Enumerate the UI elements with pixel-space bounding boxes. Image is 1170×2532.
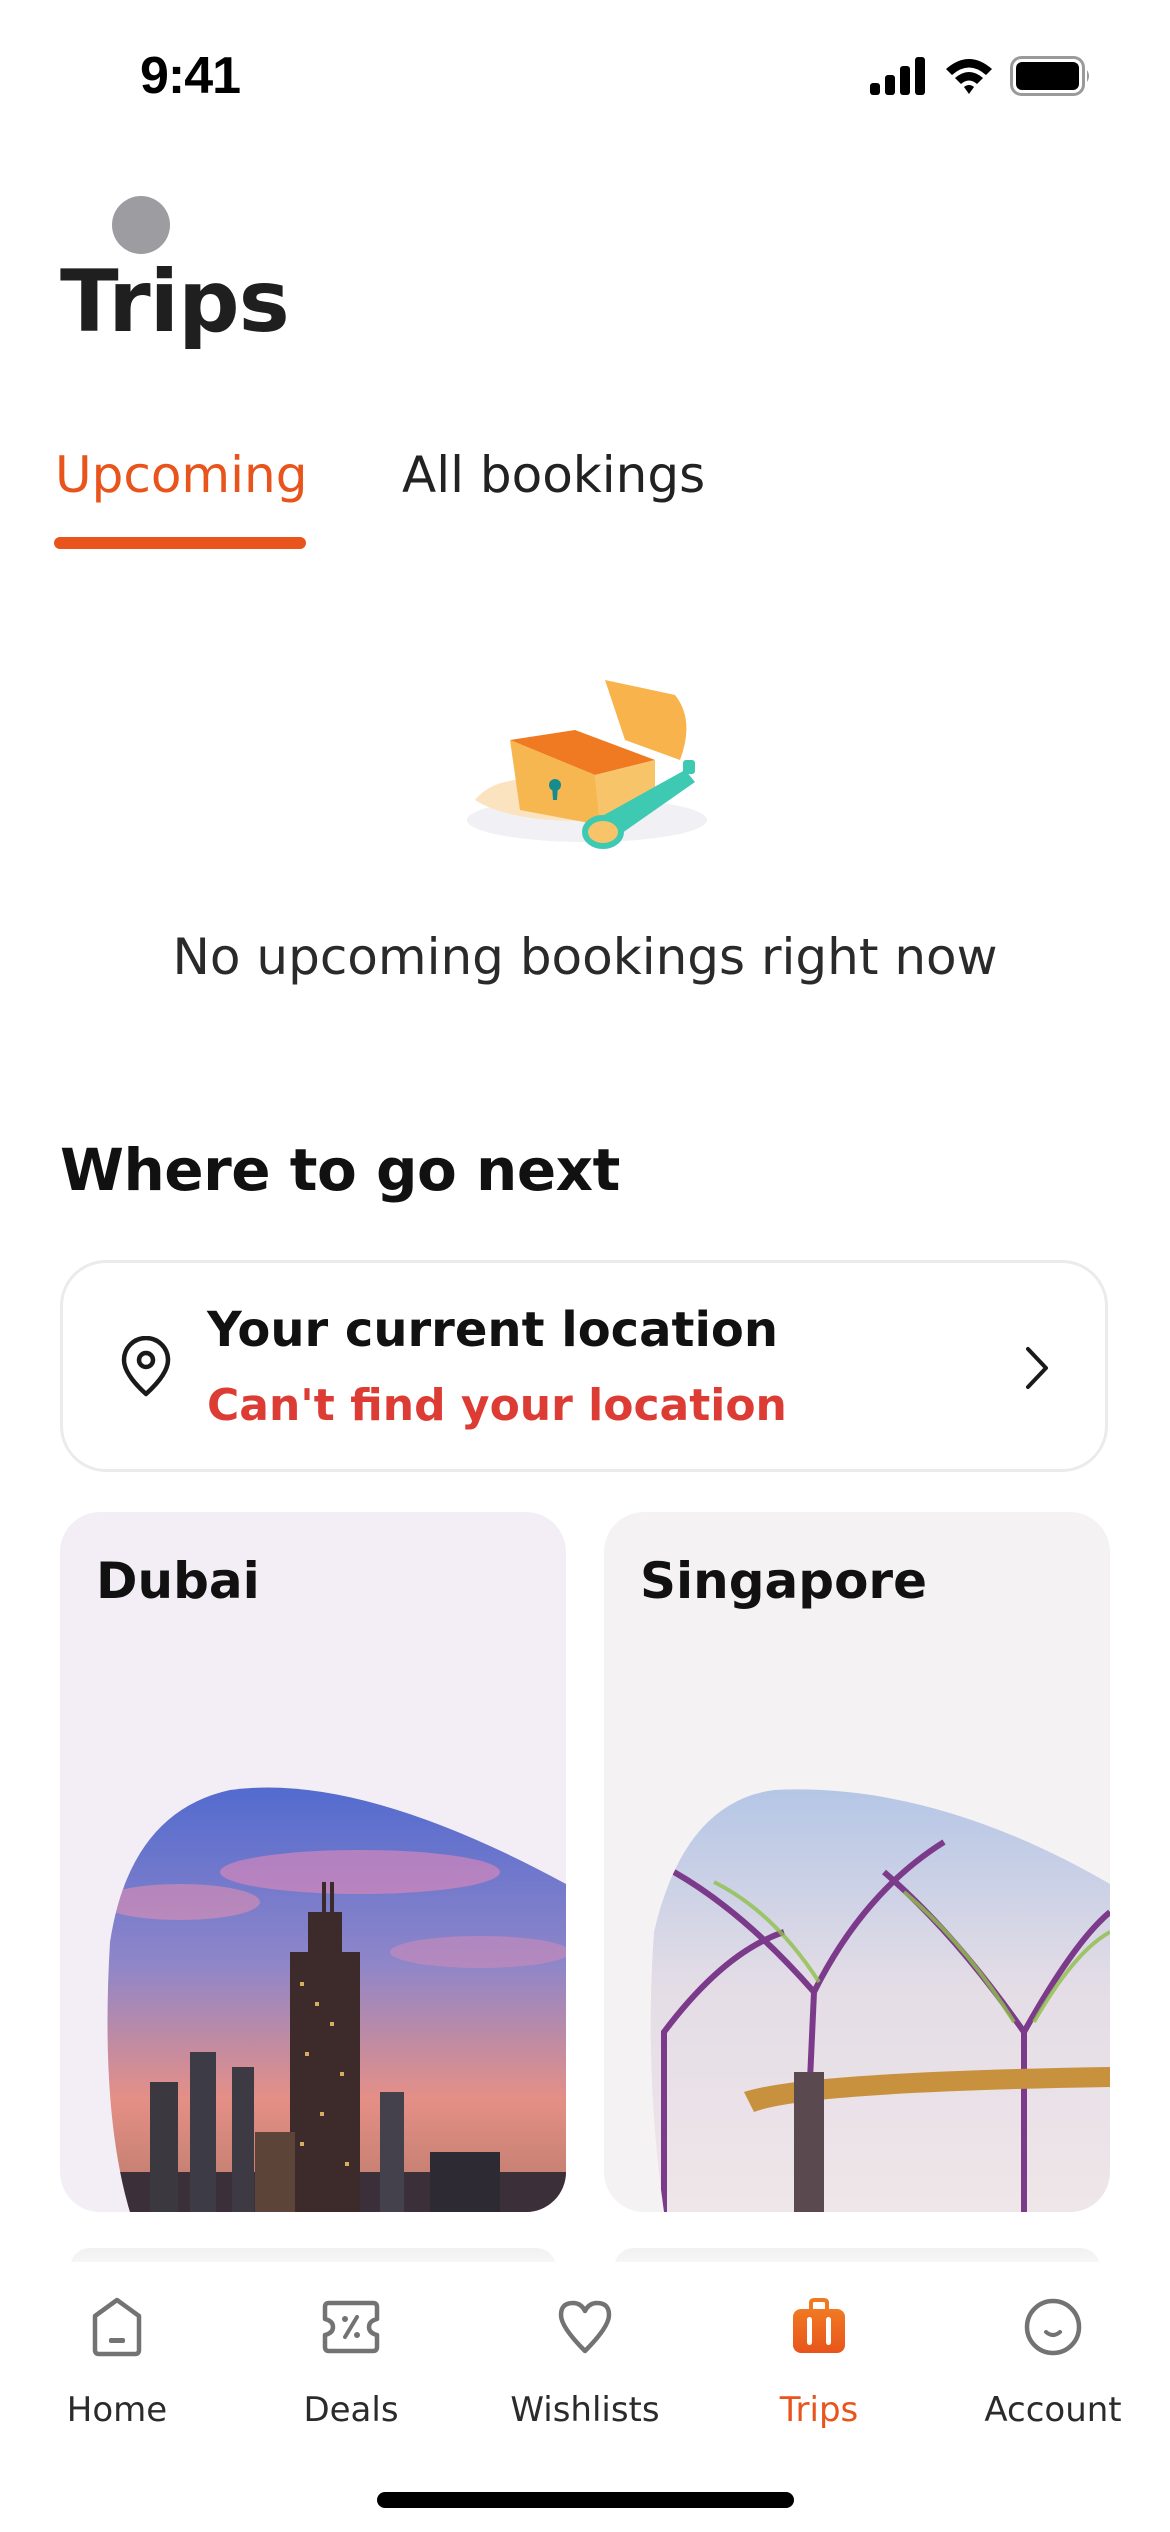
nav-item-deals[interactable]: Deals [234,2292,468,2430]
tab-all-bookings[interactable]: All bookings [402,446,705,504]
destination-name-singapore: Singapore [640,1552,927,1610]
location-error-text: Can't find your location [207,1380,787,1431]
nav-label-home: Home [66,2390,168,2430]
nav-item-wishlists[interactable]: Wishlists [468,2292,702,2430]
suitcase-icon [793,2298,845,2353]
destination-name-dubai: Dubai [96,1552,260,1610]
dubai-skyline-image [107,1787,566,2212]
status-icons [870,56,1092,96]
home-icon [92,2297,142,2357]
status-time: 9:41 [140,47,241,105]
nav-item-account[interactable]: Account [936,2292,1170,2430]
deals-ticket-icon [322,2300,380,2354]
nav-label-wishlists: Wishlists [510,2390,660,2430]
nav-label-trips: Trips [779,2390,859,2430]
nav-item-home[interactable]: Home [0,2292,234,2430]
empty-state-message: No upcoming bookings right now [172,928,998,986]
active-tab-indicator [54,537,306,549]
nav-item-trips[interactable]: Trips [702,2292,936,2430]
treasure-chest-illustration [467,680,707,849]
nav-label-account: Account [984,2390,1122,2430]
nav-label-deals: Deals [303,2390,399,2430]
battery-icon [1010,56,1089,96]
destination-card-dubai[interactable]: Dubai [60,1512,566,2212]
destination-card-singapore[interactable]: Singapore [604,1512,1110,2212]
current-location-card[interactable] [60,1260,1108,1472]
section-title-where-next: Where to go next [60,1136,620,1204]
wifi-icon [946,59,992,94]
heart-icon [558,2300,612,2354]
singapore-supertrees-image [650,1789,1110,2212]
home-indicator[interactable] [377,2492,794,2508]
location-pin-icon [121,1336,171,1397]
current-location-title: Your current location [207,1302,779,1358]
account-face-icon [1024,2298,1082,2356]
tab-upcoming[interactable]: Upcoming [55,446,307,504]
signal-icon [870,57,925,95]
page-title: Trips [60,252,290,352]
chevron-right-icon [1026,1347,1048,1389]
camera-indicator-dot [112,196,170,254]
